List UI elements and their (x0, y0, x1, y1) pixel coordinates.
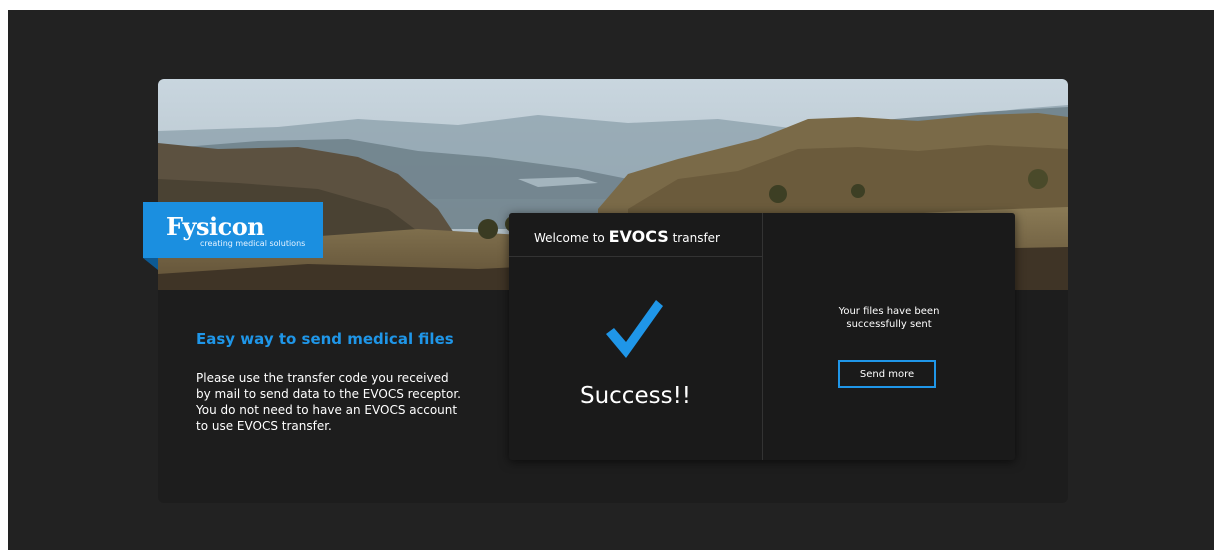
panel-header: Welcome to EVOCS transfer (509, 213, 762, 257)
send-more-button[interactable]: Send more (838, 360, 936, 388)
panel-divider (762, 213, 763, 460)
sent-message-line1: Your files have been (838, 306, 940, 317)
logo-tagline: creating medical solutions (200, 239, 306, 248)
transfer-panel: Welcome to EVOCS transfer Success!! Your… (509, 213, 1015, 460)
logo-name: Fysicon (166, 212, 265, 241)
panel-title: Welcome to EVOCS transfer (534, 227, 720, 246)
sent-message-line2: successfully sent (846, 319, 932, 330)
success-text: Success!! (579, 383, 692, 409)
panel-title-prefix: Welcome to (534, 231, 609, 245)
intro-section: Easy way to send medical files Please us… (196, 330, 476, 434)
sent-message: Your files have been successfully sent (763, 305, 1015, 331)
checkmark-icon (604, 298, 664, 364)
logo-fold-decoration (143, 258, 158, 270)
intro-heading: Easy way to send medical files (196, 330, 454, 348)
panel-title-brand: EVOCS (608, 227, 669, 246)
intro-body: Please use the transfer code you receive… (196, 371, 461, 433)
fysicon-logo: Fysicon creating medical solutions (143, 202, 323, 258)
panel-title-suffix: transfer (668, 231, 720, 245)
